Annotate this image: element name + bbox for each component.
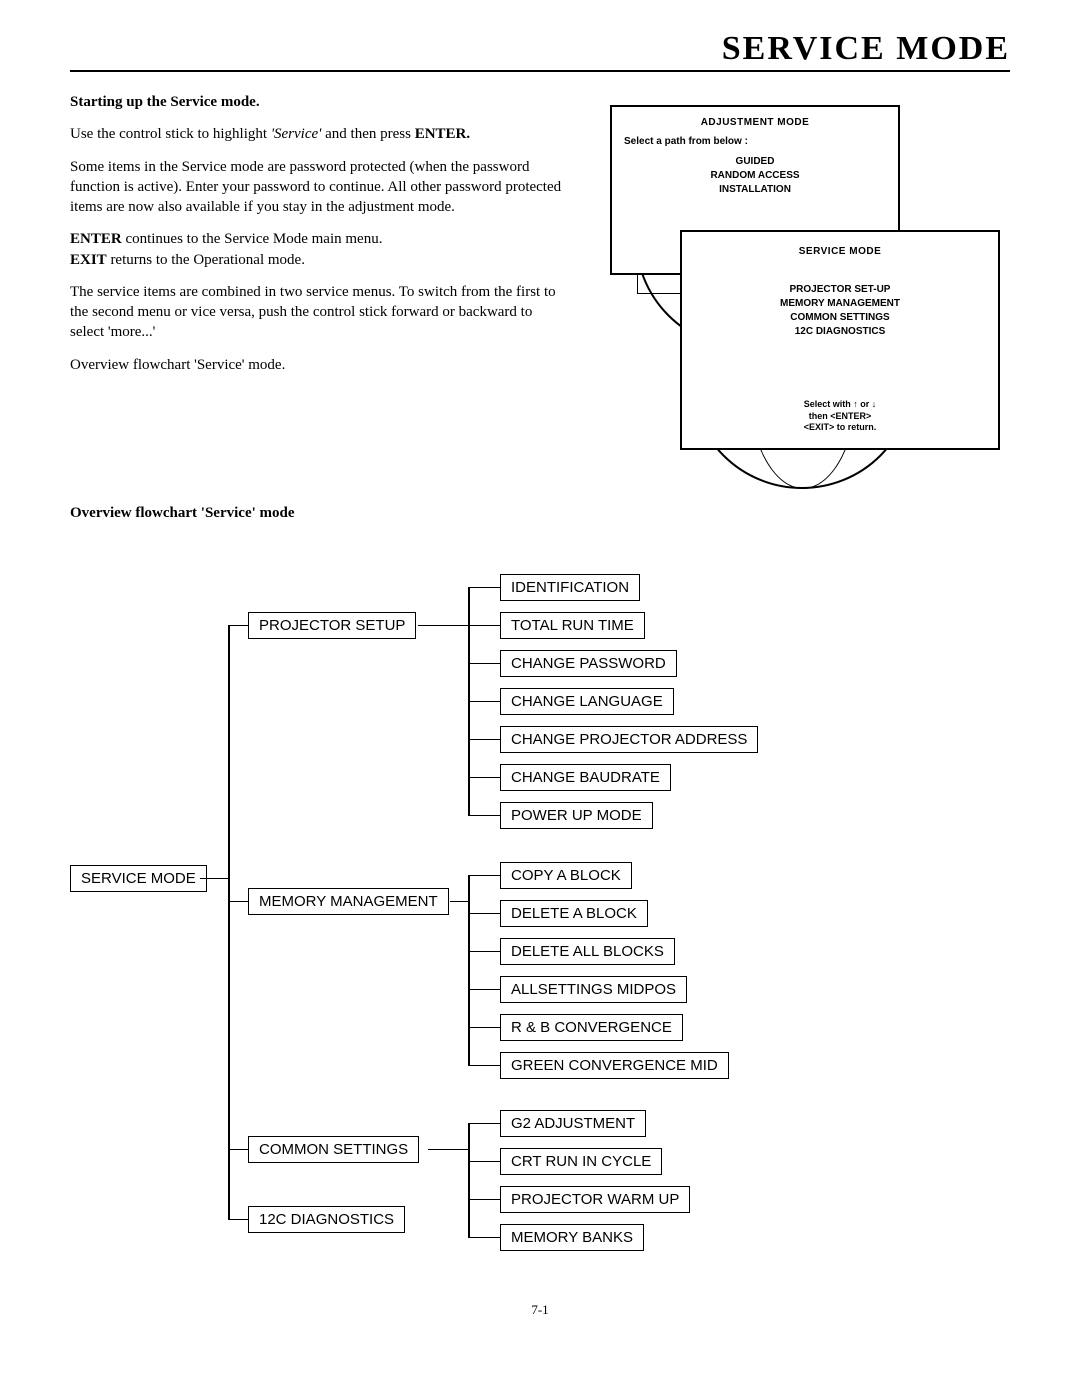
service-mode-screen: SERVICE MODE PROJECTOR SET-UP MEMORY MAN… [680,230,1000,450]
flow-leaf: DELETE ALL BLOCKS [500,938,675,965]
body-text: Starting up the Service mode. Use the co… [70,92,570,375]
service-mode-flowchart: SERVICE MODE PROJECTOR SETUP MEMORY MANA… [70,562,1010,1282]
service-mode-title: SERVICE MODE [698,246,982,257]
flow-leaf: CRT RUN IN CYCLE [500,1148,662,1175]
flow-leaf: PROJECTOR WARM UP [500,1186,690,1213]
service-mode-items: PROJECTOR SET-UP MEMORY MANAGEMENT COMMO… [698,283,982,339]
service-mode-hint: Select with ↑ or ↓ then <ENTER> <EXIT> t… [698,399,982,434]
flow-leaf: CHANGE LANGUAGE [500,688,674,715]
paragraph: Some items in the Service mode are passw… [70,157,570,218]
flow-leaf: DELETE A BLOCK [500,900,648,927]
flow-branch: 12C DIAGNOSTICS [248,1206,405,1233]
paragraph: The service items are combined in two se… [70,282,570,343]
flow-leaf: R & B CONVERGENCE [500,1014,683,1041]
flow-root: SERVICE MODE [70,865,207,892]
flow-leaf: CHANGE PASSWORD [500,650,677,677]
flow-leaf: TOTAL RUN TIME [500,612,645,639]
adjustment-mode-hint: Select a path from below : [624,136,886,147]
flow-leaf: GREEN CONVERGENCE MID [500,1052,729,1079]
adjustment-mode-title: ADJUSTMENT MODE [624,117,886,128]
page-number: 7-1 [70,1302,1010,1318]
flow-leaf: POWER UP MODE [500,802,653,829]
paragraph: Overview flowchart 'Service' mode. [70,355,570,375]
page-title: SERVICE MODE [70,30,1010,72]
flow-leaf: G2 ADJUSTMENT [500,1110,646,1137]
flow-branch: COMMON SETTINGS [248,1136,419,1163]
flow-branch: PROJECTOR SETUP [248,612,416,639]
menu-screens-illustration: ADJUSTMENT MODE Select a path from below… [610,105,1010,465]
flow-leaf: COPY A BLOCK [500,862,632,889]
paragraph: Use the control stick to highlight 'Serv… [70,124,570,144]
flow-leaf: MEMORY BANKS [500,1224,644,1251]
flow-branch: MEMORY MANAGEMENT [248,888,449,915]
adjustment-mode-items: GUIDED RANDOM ACCESS INSTALLATION [624,155,886,197]
flow-leaf: CHANGE PROJECTOR ADDRESS [500,726,758,753]
section-heading: Starting up the Service mode. [70,92,570,112]
flow-leaf: ALLSETTINGS MIDPOS [500,976,687,1003]
flowchart-heading: Overview flowchart 'Service' mode [70,505,1010,522]
flow-leaf: IDENTIFICATION [500,574,640,601]
paragraph: ENTER continues to the Service Mode main… [70,229,570,270]
flow-leaf: CHANGE BAUDRATE [500,764,671,791]
